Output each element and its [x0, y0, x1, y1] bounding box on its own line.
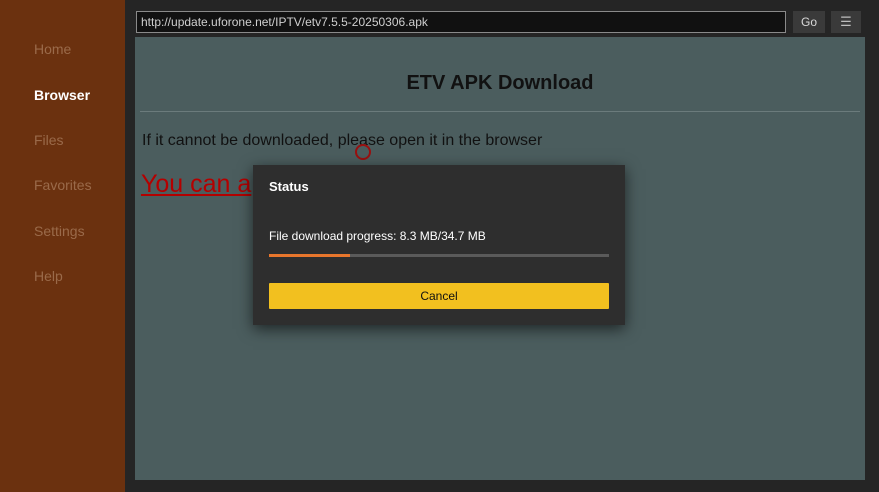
sidebar: Home Browser Files Favorites Settings He…: [0, 0, 125, 492]
menu-button[interactable]: ☰: [831, 11, 861, 33]
title-divider: [140, 111, 860, 112]
sidebar-item-browser[interactable]: Browser: [34, 87, 90, 103]
progress-bar: [269, 254, 609, 257]
dialog-title: Status: [269, 179, 309, 194]
url-input[interactable]: http://update.uforone.net/IPTV/etv7.5.5-…: [136, 11, 786, 33]
sidebar-item-settings[interactable]: Settings: [34, 223, 85, 239]
download-link[interactable]: You can a: [141, 170, 251, 199]
page-title: ETV APK Download: [406, 72, 594, 94]
sidebar-item-help[interactable]: Help: [34, 268, 63, 284]
cancel-button[interactable]: Cancel: [269, 283, 609, 309]
download-progress-text: File download progress: 8.3 MB/34.7 MB: [269, 229, 486, 243]
pointer-cursor-icon: [355, 144, 371, 160]
sidebar-item-files[interactable]: Files: [34, 132, 64, 148]
sidebar-item-favorites[interactable]: Favorites: [34, 177, 92, 193]
sidebar-item-home[interactable]: Home: [34, 41, 71, 57]
info-text: If it cannot be downloaded, please open …: [142, 132, 543, 149]
menu-icon: ☰: [840, 14, 852, 29]
progress-bar-fill: [269, 254, 351, 257]
go-button[interactable]: Go: [793, 11, 825, 33]
status-dialog: Status File download progress: 8.3 MB/34…: [253, 165, 625, 325]
